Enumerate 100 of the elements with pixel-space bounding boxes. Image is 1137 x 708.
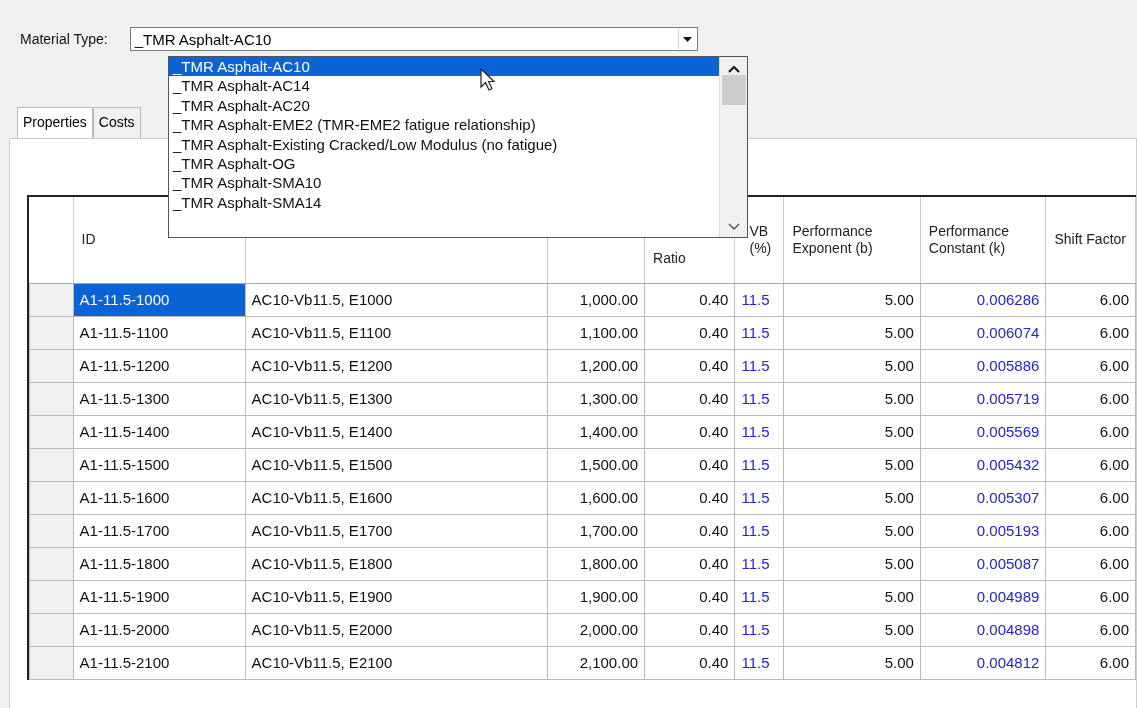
table-cell: 5.00 — [783, 646, 921, 679]
table-cell: AC10-Vb11.5, E2000 — [245, 613, 548, 646]
table-cell: 5.00 — [783, 547, 921, 580]
tab[interactable]: Properties — [17, 107, 93, 138]
table-cell: 5.00 — [783, 283, 921, 316]
table-cell: AC10-Vb11.5, E1200 — [245, 349, 548, 382]
table-cell: 1,600.00 — [547, 481, 645, 514]
table-cell: 1,500.00 — [547, 448, 645, 481]
table-cell: 5.00 — [783, 514, 921, 547]
table-cell: 11.5 — [734, 283, 784, 316]
table-cell: AC10-Vb11.5, E1600 — [245, 481, 548, 514]
table-cell: 1,400.00 — [547, 415, 645, 448]
table-cell: 0.004989 — [920, 580, 1046, 613]
table-cell: 6.00 — [1045, 448, 1136, 481]
dropdown-option[interactable]: _TMR Asphalt-Existing Cracked/Low Modulus (no fatigue) — [169, 134, 719, 154]
table-cell: 0.005193 — [920, 514, 1046, 547]
table-cell: 6.00 — [1045, 547, 1136, 580]
table-cell: 2,100.00 — [547, 646, 645, 679]
row-header[interactable] — [29, 349, 74, 382]
column-header: Performance Constant (k) — [920, 197, 1046, 283]
scrollbar[interactable] — [719, 57, 747, 237]
row-header[interactable] — [29, 415, 74, 448]
dropdown-option[interactable]: _TMR Asphalt-AC14 — [169, 76, 719, 96]
dropdown-option[interactable]: _TMR Asphalt-AC10 — [169, 57, 719, 77]
table-cell: 6.00 — [1045, 316, 1136, 349]
row-header[interactable] — [29, 382, 74, 415]
column-header: Performance Exponent (b) — [783, 197, 921, 283]
table-cell: A1-11.5-1500 — [73, 448, 246, 481]
table-cell: 5.00 — [783, 382, 921, 415]
table-cell: 11.5 — [734, 382, 784, 415]
table-cell: 0.40 — [644, 283, 735, 316]
table-cell: 5.00 — [783, 415, 921, 448]
table-cell: A1-11.5-2000 — [73, 613, 246, 646]
scroll-up-icon[interactable] — [727, 65, 740, 73]
table-cell: 0.005886 — [920, 349, 1046, 382]
row-header[interactable] — [29, 448, 74, 481]
scroll-thumb[interactable] — [721, 75, 746, 105]
table-cell: 0.40 — [644, 613, 735, 646]
table-cell: 5.00 — [783, 481, 921, 514]
table-cell: 1,900.00 — [547, 580, 645, 613]
table-cell: 0.40 — [644, 349, 735, 382]
table-cell: AC10-Vb11.5, E1000 — [245, 283, 548, 316]
table-cell: 0.006286 — [920, 283, 1046, 316]
dropdown-option[interactable]: _TMR Asphalt-AC20 — [169, 95, 719, 116]
table-cell: 0.40 — [644, 316, 735, 349]
table-cell: A1-11.5-1400 — [73, 415, 246, 448]
table-cell: 0.40 — [644, 448, 735, 481]
table-cell: 11.5 — [734, 613, 784, 646]
table-cell: A1-11.5-1600 — [73, 481, 246, 514]
table-cell: 0.005719 — [920, 382, 1046, 415]
table-cell: 0.40 — [644, 415, 735, 448]
table-cell: 6.00 — [1045, 349, 1136, 382]
table-cell: AC10-Vb11.5, E1100 — [245, 316, 548, 349]
table-cell: 5.00 — [783, 448, 921, 481]
table-cell: 6.00 — [1045, 646, 1136, 679]
field-label: Material Type: — [20, 31, 108, 47]
table-cell: 1,000.00 — [547, 283, 645, 316]
row-header[interactable] — [29, 514, 74, 547]
dropdown-option[interactable]: _TMR Asphalt-OG — [169, 153, 719, 174]
scroll-down-icon[interactable] — [727, 223, 740, 231]
table-cell: 11.5 — [734, 448, 784, 481]
material-type-dropdown[interactable]: _TMR Asphalt-AC10 — [129, 27, 698, 51]
row-header[interactable] — [29, 580, 74, 613]
row-header[interactable] — [29, 481, 74, 514]
row-header[interactable] — [29, 646, 74, 679]
row-header[interactable] — [29, 316, 74, 349]
table-cell: 0.004898 — [920, 613, 1046, 646]
table-cell: 5.00 — [783, 349, 921, 382]
dropdown-option[interactable]: _TMR Asphalt-EME2 (TMR-EME2 fatigue relationship) — [169, 115, 719, 135]
table-cell: 2,000.00 — [547, 613, 645, 646]
row-header[interactable] — [29, 283, 74, 316]
table-cell: 11.5 — [734, 349, 784, 382]
row-header[interactable] — [29, 547, 74, 580]
table-cell: A1-11.5-1800 — [73, 547, 246, 580]
table-cell: A1-11.5-1900 — [73, 580, 246, 613]
table-cell: 11.5 — [734, 481, 784, 514]
table-cell: 0.40 — [644, 547, 735, 580]
tab[interactable]: Costs — [92, 107, 141, 138]
table-cell: 6.00 — [1045, 415, 1136, 448]
table-cell: A1-11.5-1000 — [73, 283, 246, 316]
table-cell: 0.005432 — [920, 448, 1046, 481]
table-cell: 0.40 — [644, 580, 735, 613]
table-cell: 5.00 — [783, 580, 921, 613]
table-cell: AC10-Vb11.5, E1800 — [245, 547, 548, 580]
table-cell: 6.00 — [1045, 514, 1136, 547]
table-cell: 0.005307 — [920, 481, 1046, 514]
table-cell: 1,700.00 — [547, 514, 645, 547]
table-cell: AC10-Vb11.5, E2100 — [245, 646, 548, 679]
table-cell: 1,300.00 — [547, 382, 645, 415]
table-cell: 6.00 — [1045, 580, 1136, 613]
table-cell: A1-11.5-1100 — [73, 316, 246, 349]
mouse-pointer-icon — [480, 68, 496, 92]
row-header[interactable] — [29, 613, 74, 646]
table-cell: AC10-Vb11.5, E1300 — [245, 382, 548, 415]
table-cell: AC10-Vb11.5, E1400 — [245, 415, 548, 448]
table-cell: 0.40 — [644, 481, 735, 514]
table-cell: 1,200.00 — [547, 349, 645, 382]
table-cell: A1-11.5-1300 — [73, 382, 246, 415]
dropdown-option[interactable]: _TMR Asphalt-SMA10 — [169, 173, 719, 193]
table-cell: 6.00 — [1045, 481, 1136, 514]
